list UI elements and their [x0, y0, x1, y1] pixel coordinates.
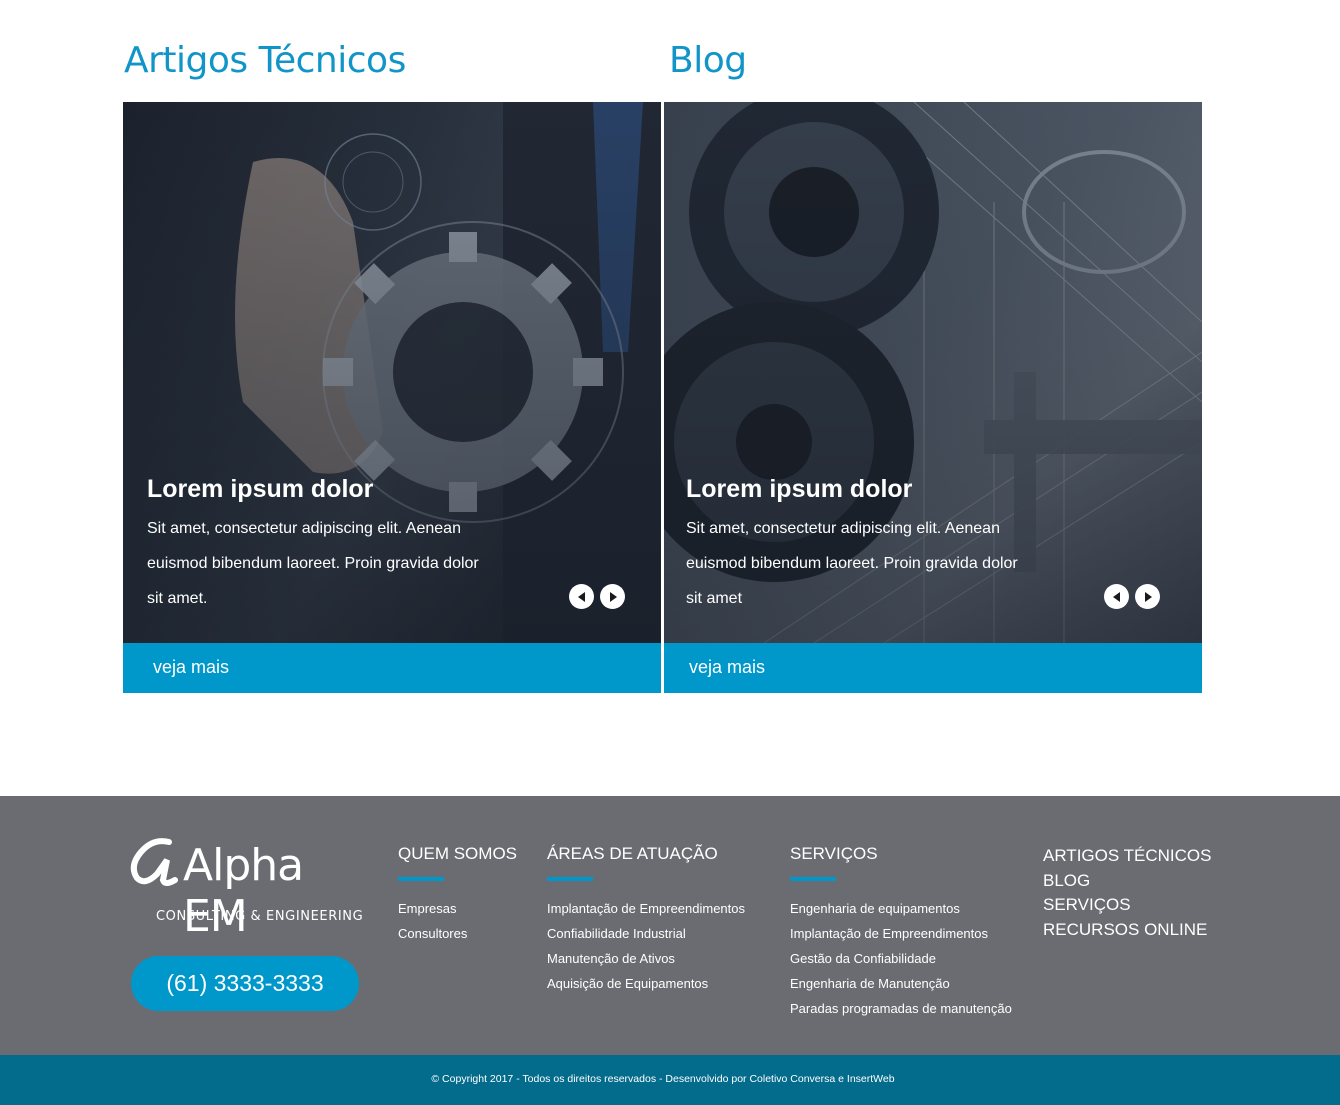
footer-link-area[interactable]: Implantação de Empreendimentos [547, 896, 745, 921]
blog-veja-mais-label: veja mais [689, 657, 766, 677]
logo[interactable]: Alpha EM CONSULTING & ENGINEERING [123, 836, 369, 942]
footer-link-recursos-online[interactable]: RECURSOS ONLINE [1043, 918, 1211, 943]
arrow-right-icon [609, 591, 617, 602]
artigos-prev-button[interactable] [569, 584, 594, 609]
artigos-card-heading: Lorem ipsum dolor [147, 475, 374, 503]
footer-link-area[interactable]: Manutenção de Ativos [547, 946, 745, 971]
blog-card-heading: Lorem ipsum dolor [686, 475, 913, 503]
blog-prev-button[interactable] [1104, 584, 1129, 609]
footer-link-empresas[interactable]: Empresas [398, 896, 517, 921]
copyright-text: © Copyright 2017 - Todos os direitos res… [431, 1073, 895, 1085]
footer-heading-quem-somos[interactable]: QUEM SOMOS [398, 844, 517, 864]
footer: Alpha EM CONSULTING & ENGINEERING (61) 3… [0, 796, 1340, 1055]
artigos-veja-mais-label: veja mais [153, 657, 230, 677]
footer-column-servicos: SERVIÇOS Engenharia de equipamentos Impl… [790, 844, 1012, 1021]
footer-link-servico[interactable]: Engenharia de equipamentos [790, 896, 1012, 921]
heading-underline [790, 877, 836, 881]
copyright-bar: © Copyright 2017 - Todos os direitos res… [0, 1055, 1340, 1105]
footer-heading-areas[interactable]: ÁREAS DE ATUAÇÃO [547, 844, 745, 864]
heading-underline [547, 877, 593, 881]
footer-column-quem-somos: QUEM SOMOS Empresas Consultores [398, 844, 517, 946]
logo-wordmark: Alpha EM [183, 840, 304, 942]
artigos-next-button[interactable] [600, 584, 625, 609]
footer-link-blog[interactable]: BLOG [1043, 869, 1211, 894]
artigos-tecnicos-title: Artigos Técnicos [124, 40, 406, 81]
footer-link-servico[interactable]: Engenharia de Manutenção [790, 971, 1012, 996]
blog-card: Lorem ipsum dolor Sit amet, consectetur … [664, 102, 1202, 693]
blog-veja-mais-button[interactable]: veja mais [664, 643, 1202, 693]
arrow-left-icon [1112, 591, 1120, 602]
blog-card-text: Sit amet, consectetur adipiscing elit. A… [686, 520, 1018, 607]
footer-link-area[interactable]: Aquisição de Equipamentos [547, 971, 745, 996]
logo-tagline: CONSULTING & ENGINEERING [156, 909, 364, 924]
footer-link-servico[interactable]: Implantação de Empreendimentos [790, 921, 1012, 946]
arrow-left-icon [577, 591, 585, 602]
artigos-card-text: Sit amet, consectetur adipiscing elit. A… [147, 520, 479, 607]
footer-link-artigos-tecnicos[interactable]: ARTIGOS TÉCNICOS [1043, 844, 1211, 869]
blog-title: Blog [669, 40, 747, 81]
heading-underline [398, 877, 444, 881]
alpha-logo-icon [130, 838, 178, 886]
footer-column-quick-links: ARTIGOS TÉCNICOS BLOG SERVIÇOS RECURSOS … [1043, 844, 1211, 942]
artigos-card: Lorem ipsum dolor Sit amet, consectetur … [123, 102, 661, 693]
footer-link-servico[interactable]: Gestão da Confiabilidade [790, 946, 1012, 971]
footer-link-servicos[interactable]: SERVIÇOS [1043, 893, 1211, 918]
footer-link-servico[interactable]: Paradas programadas de manutenção [790, 996, 1012, 1021]
arrow-right-icon [1144, 591, 1152, 602]
footer-column-areas: ÁREAS DE ATUAÇÃO Implantação de Empreend… [547, 844, 745, 996]
blog-next-button[interactable] [1135, 584, 1160, 609]
artigos-veja-mais-button[interactable]: veja mais [123, 643, 661, 693]
footer-heading-servicos[interactable]: SERVIÇOS [790, 844, 1012, 864]
footer-link-area[interactable]: Confiabilidade Industrial [547, 921, 745, 946]
phone-button[interactable]: (61) 3333-3333 [131, 956, 359, 1011]
footer-link-consultores[interactable]: Consultores [398, 921, 517, 946]
